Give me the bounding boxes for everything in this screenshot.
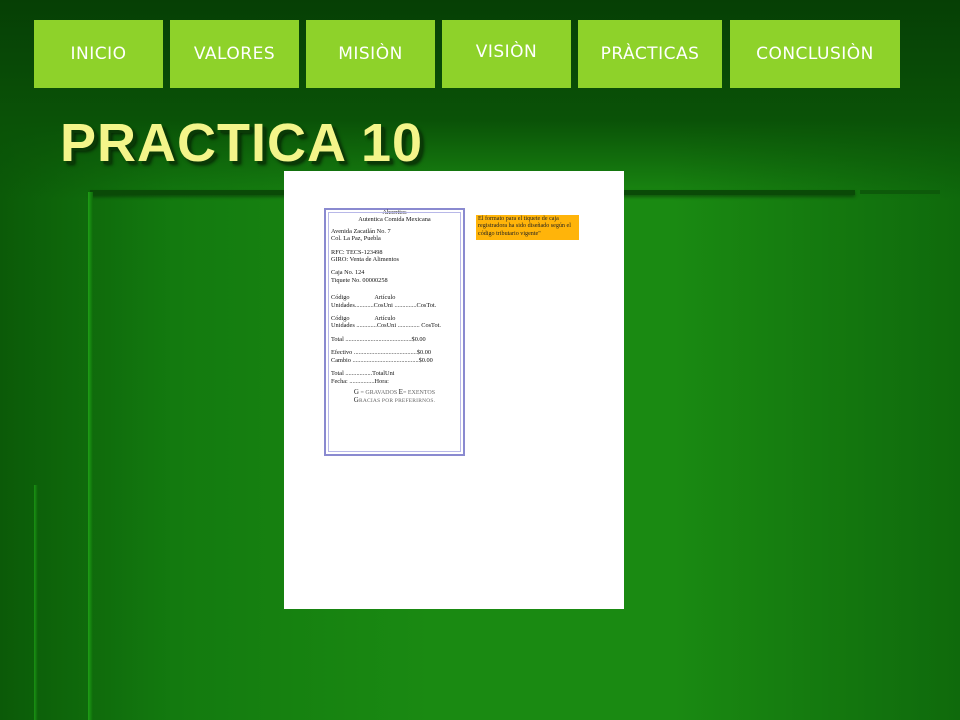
nav-button-inicio[interactable]: INICIO [34,20,163,88]
receipt-caja: Caja No. 124 [331,269,365,277]
receipt-giro: GIRO: Venta de Alimentos [331,256,399,264]
nav-label: MISIÒN [338,44,403,64]
receipt-date-time: Fecha: ................Hora: [331,377,389,385]
receipt-thanks: GRACIAS POR PREFERIRNOS. [353,396,436,405]
receipt-address-line: Col. La Paz, Puebla [331,235,381,243]
receipt-item-line: Unidades............CosUni .............… [331,301,437,309]
receipt-item-header: Código Artículo [331,294,396,302]
decorative-bar [34,485,38,720]
receipt-efectivo: Efectivo ...............................… [331,349,432,357]
nav-label: PRÀCTICAS [600,44,700,64]
receipt-item-line: Unidades .............CosUni ...........… [331,322,441,330]
nav-label: INICIO [70,44,127,64]
nav-button-conclusion[interactable]: CONCLUSIÒN [730,20,900,88]
receipt-tax-legend: G = GRAVADOS E= EXENTOS [353,387,436,396]
receipt-subheading: Autentica Comida Mexicana [358,216,431,224]
document-page-image: Ahorritos Autentica Comida Mexicana Aven… [284,171,624,609]
receipt-cambio: Cambio .................................… [331,356,433,364]
receipt-item-header: Código Artículo [331,315,396,323]
nav-label: VISIÒN [475,42,538,62]
receipt-rfc: RFC: TECS-123498 [331,248,383,256]
slide-title: PRACTICA 10 [60,113,424,173]
decorative-bar [860,190,940,194]
receipt-address-line: Avenida Zacatlán No. 7 [331,227,391,235]
receipt-ticket: Ahorritos Autentica Comida Mexicana Aven… [324,208,465,456]
nav-button-vision[interactable]: VISIÒN [442,20,571,88]
nav-label: VALORES [193,44,276,64]
nav-button-practicas[interactable]: PRÀCTICAS [578,20,722,88]
decorative-bar [88,192,93,720]
annotation-note: El formato para el tiquete de caja regis… [476,215,579,240]
receipt-heading: Ahorritos [382,209,407,216]
nav-button-mision[interactable]: MISIÒN [306,20,435,88]
receipt-tiquete: Tiquete No. 00000258 [331,276,388,284]
receipt-total: Total ..................................… [331,335,426,343]
nav-label: CONCLUSIÒN [756,44,874,64]
nav-button-valores[interactable]: VALORES [170,20,299,88]
receipt-total-units: Total .................TotalUni [331,370,395,378]
